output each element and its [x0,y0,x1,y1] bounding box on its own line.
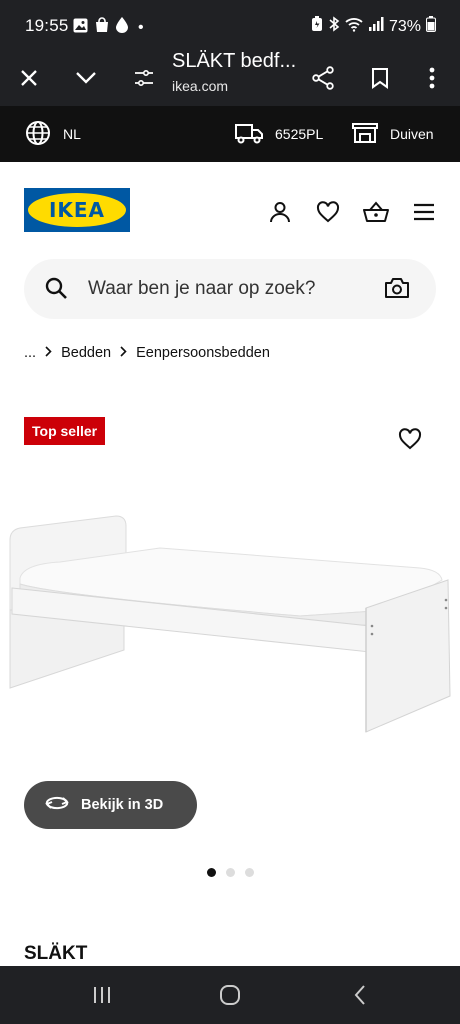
chevron-down-icon[interactable] [68,60,104,96]
recents-icon[interactable] [82,980,122,1010]
globe-icon [25,120,51,149]
logo-oval: IKEA [28,193,126,227]
gallery-icon [73,18,88,38]
ikea-logo[interactable]: IKEA [24,188,130,232]
status-time: 19:55 [25,16,69,35]
language-selector[interactable]: NL [25,106,81,162]
view-in-3d-button[interactable]: Bekijk in 3D [24,781,197,829]
language-label: NL [63,126,81,142]
store-label: Duiven [390,126,434,142]
notification-dot: • [138,18,144,36]
close-icon[interactable] [11,60,47,96]
bluetooth-icon [328,16,340,37]
breadcrumb-item-bedden[interactable]: Bedden [61,345,111,361]
shopping-bag-icon [94,17,110,38]
postcode-label: 6525PL [275,126,324,142]
site-settings-icon[interactable] [126,60,162,96]
carousel-dot-2[interactable] [225,868,235,877]
delivery-postcode[interactable]: 6525PL [235,106,323,162]
url-domain[interactable]: ikea.com [172,78,228,94]
store-selector[interactable]: Duiven [352,106,434,162]
basket-icon[interactable] [360,196,392,228]
share-icon[interactable] [305,60,341,96]
drop-icon [116,17,128,38]
carousel-dot-1[interactable] [206,868,216,877]
search-icon[interactable] [44,276,70,307]
product-image[interactable] [0,500,460,750]
menu-icon[interactable] [408,196,440,228]
page-tab-title[interactable]: SLÄKT bedf... [172,50,296,73]
search-bar[interactable] [24,259,436,319]
breadcrumb: ... Bedden Eenpersoonsbedden [24,343,270,363]
heart-icon[interactable] [312,196,344,228]
user-icon[interactable] [264,196,296,228]
bookmark-icon[interactable] [362,60,398,96]
status-bar: 19:55 • 73% [0,0,460,50]
top-strip: NL 6525PL Duiven [0,106,460,162]
wifi-icon [345,16,363,37]
status-system-icons: 73% [311,16,436,37]
view-in-3d-label: Bekijk in 3D [81,797,164,813]
more-vert-icon[interactable] [414,60,450,96]
truck-icon [235,122,263,147]
logo-text: IKEA [48,198,106,222]
battery-icon [426,16,436,37]
status-notifications: • [73,17,144,38]
chevron-right-icon [45,346,52,360]
product-name: SLÄKT [24,943,88,964]
battery-level: 73% [388,17,421,35]
camera-icon[interactable] [384,276,410,305]
back-icon[interactable] [340,980,380,1010]
battery-saver-icon [311,16,323,37]
signal-icon [368,16,384,37]
chevron-right-icon [120,346,127,360]
rotate-3d-icon [44,794,70,816]
top-seller-badge: Top seller [24,417,106,445]
home-icon[interactable] [210,980,250,1010]
add-to-favourites-heart-icon[interactable] [398,428,422,455]
search-input[interactable] [88,259,378,319]
carousel-dot-3[interactable] [244,868,254,877]
image-carousel-dots [0,868,460,877]
system-navigation-bar [0,966,460,1024]
store-icon [352,122,378,147]
breadcrumb-ellipsis[interactable]: ... [24,345,36,361]
breadcrumb-item-eenpersoonsbedden[interactable]: Eenpersoonsbedden [136,345,270,361]
